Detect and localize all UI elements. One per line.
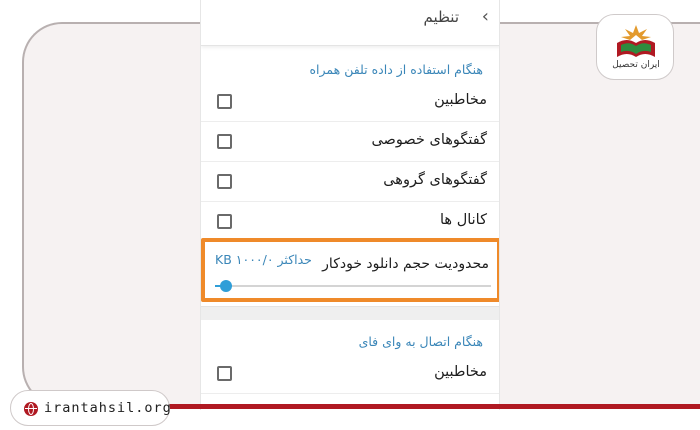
- section-divider: [201, 306, 499, 320]
- item-label: گفتگوهای خصوصی: [371, 132, 487, 148]
- checkbox[interactable]: [217, 174, 232, 189]
- brand-logo: ایران تحصیل: [596, 14, 674, 80]
- top-bar: تنظیم ‹: [201, 0, 499, 46]
- chevron-icon[interactable]: ‹: [482, 6, 489, 27]
- item-label: گفتگوهای گروهی: [383, 172, 487, 188]
- partial-title: تنظیم: [423, 8, 459, 26]
- item-label: مخاطبین: [434, 92, 487, 108]
- section-title-wifi: هنگام اتصال به وای فای: [358, 334, 483, 349]
- slider-label: محدودیت حجم دانلود خودکار: [322, 256, 489, 272]
- book-icon: [617, 25, 655, 57]
- list-item-channels[interactable]: کانال ها: [201, 202, 499, 242]
- checkbox[interactable]: [217, 214, 232, 229]
- website-badge[interactable]: irantahsil.org: [10, 390, 172, 426]
- phone-screen: تنظیم ‹ هنگام استفاده از داده تلفن همراه…: [200, 0, 500, 410]
- section-title-mobile: هنگام استفاده از داده تلفن همراه: [309, 62, 483, 77]
- list-item-group-chats[interactable]: گفتگوهای گروهی: [201, 162, 499, 202]
- slider-value: حداکثر ۱۰۰۰/۰ KB: [215, 252, 312, 267]
- slider-track[interactable]: [215, 280, 491, 292]
- website-url: irantahsil.org: [44, 400, 172, 416]
- checkbox[interactable]: [217, 94, 232, 109]
- checkbox[interactable]: [217, 366, 232, 381]
- item-label: کانال ها: [440, 212, 487, 228]
- list-item-private-chats[interactable]: گفتگوهای خصوصی: [201, 122, 499, 162]
- list-item-wifi-contacts[interactable]: مخاطبین: [201, 354, 499, 394]
- item-label: مخاطبین: [434, 364, 487, 380]
- checkbox[interactable]: [217, 134, 232, 149]
- logo-text: ایران تحصیل: [612, 60, 660, 70]
- slider-thumb[interactable]: [220, 280, 232, 292]
- list-item-contacts[interactable]: مخاطبین: [201, 82, 499, 122]
- globe-icon: [24, 402, 38, 416]
- auto-download-limit: محدودیت حجم دانلود خودکار حداکثر ۱۰۰۰/۰ …: [201, 238, 499, 302]
- footer-line: [150, 404, 700, 409]
